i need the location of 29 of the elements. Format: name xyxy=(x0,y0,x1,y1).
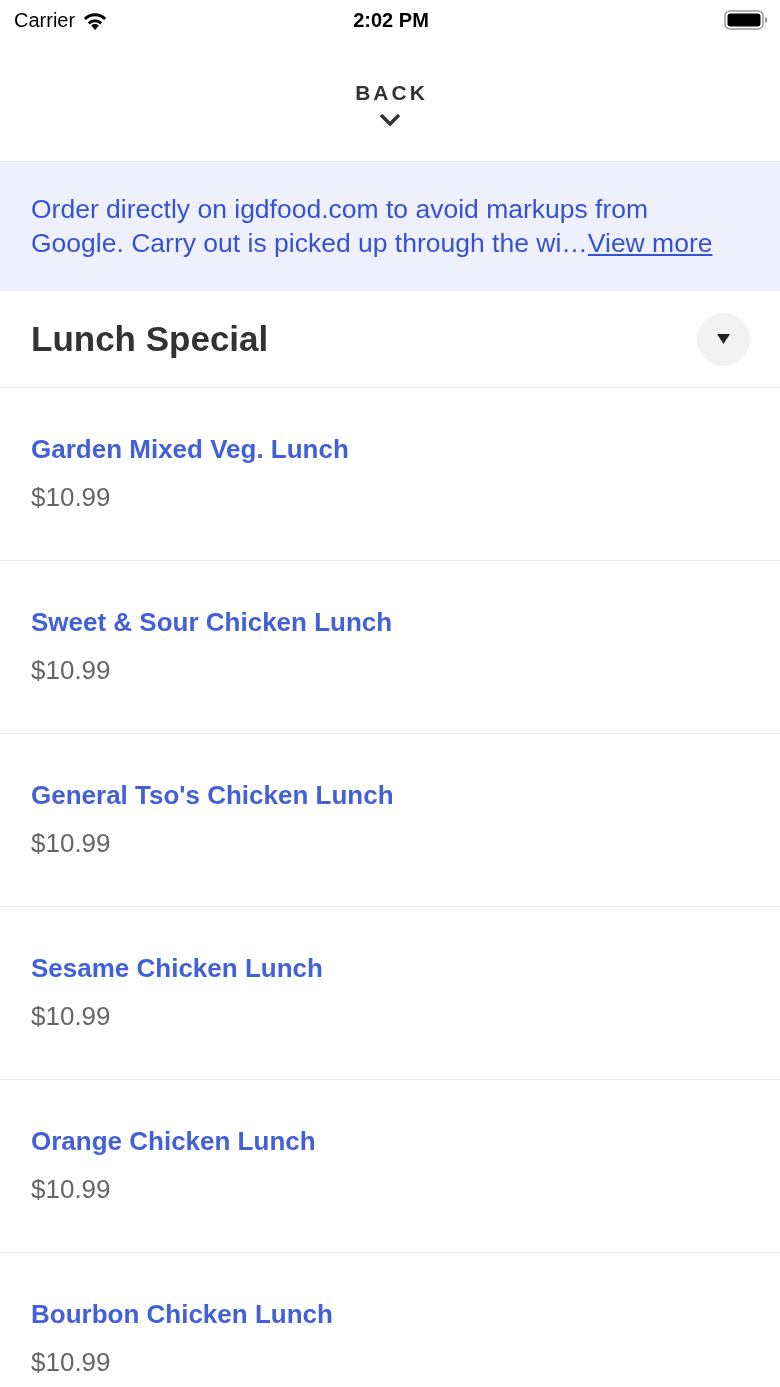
section-title: Lunch Special xyxy=(31,319,269,359)
carrier-name: Carrier xyxy=(14,8,76,32)
item-name: Bourbon Chicken Lunch xyxy=(31,1298,334,1331)
item-name: General Tso's Chicken Lunch xyxy=(31,779,395,812)
item-price: $10.99 xyxy=(31,827,112,860)
back-button[interactable]: BACK xyxy=(352,80,428,127)
item-name: Orange Chicken Lunch xyxy=(31,1125,317,1158)
item-name: Sesame Chicken Lunch xyxy=(31,952,324,985)
menu-item[interactable]: Sweet & Sour Chicken Lunch $10.99 xyxy=(0,561,780,734)
status-time: 2:02 PM xyxy=(353,8,429,32)
item-price: $10.99 xyxy=(31,1346,112,1379)
caret-down-icon xyxy=(717,334,730,344)
item-price: $10.99 xyxy=(31,481,112,514)
collapse-toggle-button[interactable] xyxy=(697,312,750,366)
item-name: Garden Mixed Veg. Lunch xyxy=(31,433,350,466)
item-price: $10.99 xyxy=(31,654,112,687)
banner-text: Order directly on igdfood.com to avoid markups from Google. Carry out is picked up through the wi…View more xyxy=(31,193,714,260)
menu-item[interactable]: General Tso's Chicken Lunch $10.99 xyxy=(0,734,780,907)
wifi-icon xyxy=(82,10,109,30)
item-price: $10.99 xyxy=(31,1173,112,1206)
item-name: Sweet & Sour Chicken Lunch xyxy=(31,606,394,639)
menu-item[interactable]: Sesame Chicken Lunch $10.99 xyxy=(0,907,780,1080)
menu-item[interactable]: Bourbon Chicken Lunch $10.99 xyxy=(0,1253,780,1387)
battery-icon xyxy=(724,10,768,30)
view-more-link[interactable]: View more xyxy=(587,228,713,258)
item-price: $10.99 xyxy=(31,1000,112,1033)
menu-item[interactable]: Garden Mixed Veg. Lunch $10.99 xyxy=(0,388,780,561)
chevron-down-icon xyxy=(379,112,401,127)
menu-item[interactable]: Orange Chicken Lunch $10.99 xyxy=(0,1080,780,1253)
